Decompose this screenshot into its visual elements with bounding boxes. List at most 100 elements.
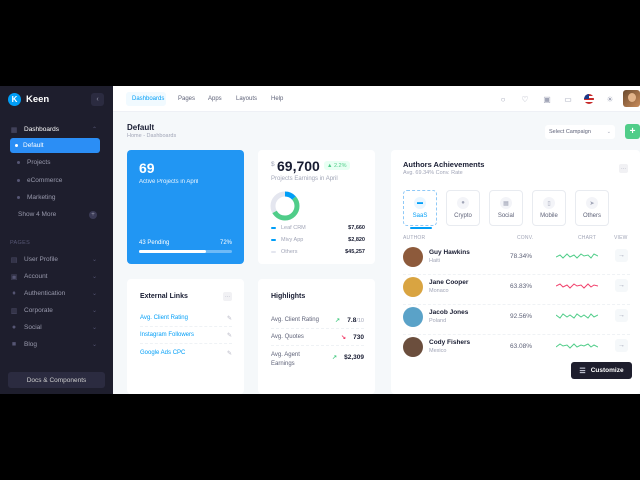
active-projects-card: 69 Active Projects in April 43 Pending 7… — [127, 150, 244, 264]
customize-button[interactable]: ☰ Customize — [571, 362, 632, 379]
divider — [140, 343, 232, 344]
conversion-rate: 63.08% — [510, 343, 533, 350]
earnings-subtitle: Projects Earnings in April — [271, 176, 338, 182]
arrow-right-icon[interactable]: → — [615, 309, 628, 322]
chevron-down-icon: ⌄ — [91, 325, 97, 331]
divider — [140, 326, 232, 327]
sidebar-item-user-profile[interactable]: ▤ User Profile ⌄ — [10, 252, 100, 267]
nav-help[interactable]: Help — [271, 86, 283, 112]
legend-label: Leaf CRM — [281, 225, 306, 231]
card-subtitle: Avg. 69.34% Conv. Rate — [403, 170, 463, 176]
highlight-row: Avg. Client Rating ↗ 7.8/10 — [271, 317, 364, 324]
author-name: Jacob Jones — [429, 309, 469, 316]
sidebar-item-account[interactable]: ▣ Account ⌄ — [10, 269, 100, 284]
activity-icon[interactable]: ♡ — [519, 93, 531, 105]
notifications-icon[interactable]: ▭ — [562, 93, 574, 105]
search-icon[interactable]: ○ — [497, 93, 509, 105]
show-more-button[interactable]: Show 4 More + — [18, 207, 100, 222]
divider — [271, 345, 364, 346]
value-suffix: /10 — [356, 318, 364, 324]
tab-label: Others — [582, 213, 601, 219]
legend-row: Leaf CRM $7,660 — [271, 225, 365, 231]
table-row[interactable]: Jacob Jones Poland 92.56% → — [403, 304, 630, 334]
chevron-up-icon: ⌃ — [91, 127, 97, 133]
more-options-icon[interactable]: ··· — [223, 292, 232, 301]
column-header-author: AUTHOR — [403, 235, 426, 241]
legend-row: Mivy App $2,820 — [271, 237, 365, 243]
page-title: Default — [127, 123, 155, 132]
arrow-up-icon: ↗ — [335, 318, 341, 324]
crypto-icon: ● — [457, 197, 469, 209]
sidebar-item-label: Authentication — [24, 290, 66, 297]
currency-symbol: $ — [271, 161, 275, 168]
author-avatar — [403, 247, 423, 267]
sidebar-item-label: Account — [24, 273, 48, 280]
tab-social[interactable]: ▦ Social — [489, 190, 523, 226]
sidebar-item-ecommerce[interactable]: eCommerce — [10, 173, 100, 188]
external-link[interactable]: Google Ads CPC ✎ — [140, 350, 232, 357]
external-link[interactable]: Instagram Followers ✎ — [140, 332, 232, 339]
nav-dashboards[interactable]: Dashboards — [132, 86, 164, 112]
chevron-left-icon: ‹ — [96, 96, 99, 103]
sidebar-item-blog[interactable]: ■ Blog ⌄ — [10, 337, 100, 352]
chevron-down-icon: ⌄ — [91, 308, 97, 314]
brand-logo[interactable]: K Keen — [8, 93, 49, 106]
tab-crypto[interactable]: ● Crypto — [446, 190, 480, 226]
blog-icon: ■ — [11, 341, 17, 348]
theme-sun-icon[interactable]: ☀ — [604, 93, 616, 105]
edit-icon[interactable]: ✎ — [227, 350, 232, 357]
arrow-up-icon: ↗ — [332, 355, 338, 361]
tab-others[interactable]: ➤ Others — [575, 190, 609, 226]
edit-icon[interactable]: ✎ — [227, 332, 232, 339]
sidebar-item-dashboards[interactable]: ▦ Dashboards ⌃ — [10, 122, 100, 137]
author-avatar — [403, 307, 423, 327]
sidebar-item-social[interactable]: ● Social ⌄ — [10, 320, 100, 335]
edit-icon[interactable]: ✎ — [227, 315, 232, 322]
arrow-right-icon[interactable]: → — [615, 339, 628, 352]
user-avatar[interactable] — [623, 90, 640, 107]
building-icon: ▥ — [10, 307, 18, 315]
nav-layouts[interactable]: Layouts — [236, 86, 257, 112]
tab-label: SaaS — [412, 213, 428, 219]
arrow-right-icon[interactable]: → — [615, 249, 628, 262]
divider — [271, 328, 364, 329]
legend-value: $7,660 — [348, 225, 365, 231]
trend-sparkline — [556, 313, 598, 319]
author-country: Haiti — [429, 258, 441, 264]
tab-mobile[interactable]: ▯ Mobile — [532, 190, 566, 226]
sidebar-item-marketing[interactable]: Marketing — [10, 190, 100, 205]
projects-subtitle: Active Projects in April — [139, 179, 199, 185]
table-row[interactable]: Guy Hawkins Haiti 78.34% → — [403, 244, 630, 274]
sidebar-item-corporate[interactable]: ▥ Corporate ⌄ — [10, 303, 100, 318]
add-button[interactable]: + — [625, 124, 640, 139]
language-flag-icon[interactable] — [584, 94, 594, 104]
table-row[interactable]: Cody Fishers Mexico 63.08% → — [403, 334, 630, 364]
card-title: External Links — [140, 293, 188, 300]
docs-components-button[interactable]: Docs & Components — [8, 372, 105, 388]
projects-progress-bar — [139, 250, 232, 253]
legend-swatch — [271, 251, 276, 253]
table-row[interactable]: Jane Cooper Monaco 63.83% → — [403, 274, 630, 304]
campaign-select[interactable]: Select Campaign ⌄ — [545, 125, 615, 139]
nav-pages[interactable]: Pages — [178, 86, 195, 112]
sidebar-item-authentication[interactable]: ♦ Authentication ⌄ — [10, 286, 100, 301]
sidebar-item-label: Show 4 More — [18, 211, 57, 218]
tab-saas[interactable]: ▬ SaaS — [403, 190, 437, 229]
trend-sparkline — [556, 283, 598, 289]
legend-row: Others $45,257 — [271, 249, 365, 255]
legend-label: Others — [281, 249, 298, 255]
chevron-down-icon: ⌄ — [91, 342, 97, 348]
projects-count: 69 — [139, 160, 155, 176]
arrow-right-icon[interactable]: → — [615, 279, 628, 292]
external-link[interactable]: Avg. Client Rating ✎ — [140, 315, 232, 322]
nav-apps[interactable]: Apps — [208, 86, 222, 112]
card-title: Authors Achievements — [403, 160, 485, 169]
apps-icon[interactable]: ▣ — [541, 93, 553, 105]
sidebar-collapse-button[interactable]: ‹ — [91, 93, 104, 106]
sidebar-item-projects[interactable]: Projects — [10, 155, 100, 170]
external-links-card: External Links ··· Avg. Client Rating ✎ … — [127, 279, 244, 394]
conversion-rate: 78.34% — [510, 253, 533, 260]
sidebar-item-label: Dashboards — [24, 126, 60, 133]
sidebar-item-default[interactable]: Default — [10, 138, 100, 153]
more-options-icon[interactable]: ··· — [619, 164, 628, 173]
